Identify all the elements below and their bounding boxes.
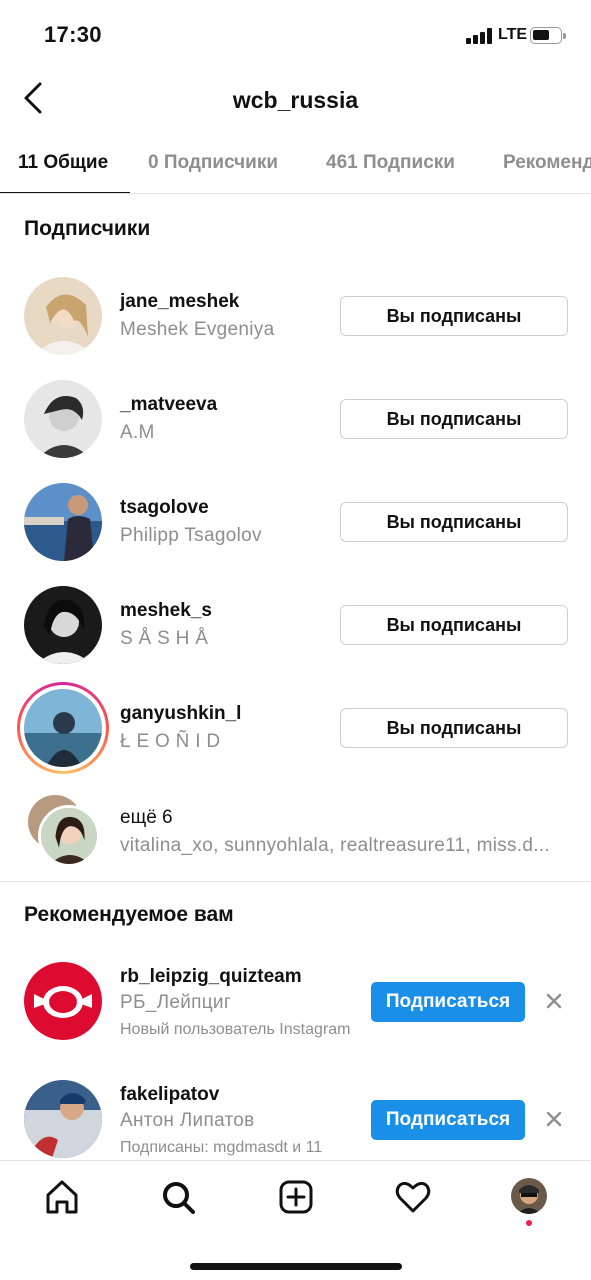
search-icon[interactable] [158, 1177, 198, 1217]
follower-fullname: Meshek Evgeniya [120, 319, 275, 340]
tab-mutual[interactable]: 11 Общие [18, 152, 108, 174]
following-button[interactable]: Вы подписаны [340, 708, 568, 748]
avatar [38, 805, 100, 867]
network-label: LTE [498, 26, 528, 43]
followers-section-title: Подписчики [24, 217, 151, 240]
bottom-nav [0, 1160, 591, 1280]
avatar[interactable] [24, 1080, 102, 1158]
activity-heart-icon[interactable] [393, 1177, 433, 1217]
avatar[interactable] [24, 586, 102, 664]
following-button[interactable]: Вы подписаны [340, 502, 568, 542]
avatar[interactable] [24, 962, 102, 1040]
suggested-section-title: Рекомендуемое вам [24, 903, 234, 926]
follower-fullname: Ł E O Ñ I D [120, 731, 221, 752]
close-icon[interactable] [543, 1108, 565, 1130]
tab-bar: 11 Общие 0 Подписчики 461 Подписки Реком… [0, 136, 591, 194]
follower-fullname: Philipp Tsagolov [120, 525, 262, 546]
active-tab-indicator [0, 192, 130, 193]
follower-fullname: A.M [120, 422, 155, 443]
tab-suggested[interactable]: Рекомендуемое [503, 152, 591, 174]
follower-row[interactable]: _matveeva A.M Вы подписаны [0, 380, 591, 480]
suggested-fullname: РБ_Лейпциг [120, 992, 232, 1013]
following-button[interactable]: Вы подписаны [340, 296, 568, 336]
home-indicator [190, 1263, 402, 1270]
suggested-subtitle: Новый пользователь Instagram [120, 1021, 351, 1038]
follower-row[interactable]: meshek_s S Å S H Å Вы подписаны [0, 586, 591, 686]
suggested-username[interactable]: rb_leipzig_quizteam [120, 966, 302, 988]
avatar[interactable] [24, 483, 102, 561]
follower-row[interactable]: tsagolove Philipp Tsagolov Вы подписаны [0, 483, 591, 583]
avatar[interactable] [24, 689, 102, 767]
more-followers-label[interactable]: ещё 6 [120, 807, 173, 829]
status-bar: 17:30 LTE [0, 0, 591, 70]
following-button[interactable]: Вы подписаны [340, 399, 568, 439]
follower-username[interactable]: _matveeva [120, 394, 217, 416]
follower-username[interactable]: meshek_s [120, 600, 212, 622]
battery-icon [530, 27, 566, 44]
avatar[interactable] [24, 380, 102, 458]
signal-icon [466, 28, 494, 44]
follow-button[interactable]: Подписаться [371, 982, 525, 1022]
notification-dot [526, 1220, 532, 1226]
follower-fullname: S Å S H Å [120, 628, 209, 649]
following-button[interactable]: Вы подписаны [340, 605, 568, 645]
follower-username[interactable]: jane_meshek [120, 291, 239, 313]
follower-username[interactable]: ganyushkin_l [120, 703, 241, 725]
new-post-icon[interactable] [276, 1177, 316, 1217]
close-icon[interactable] [543, 990, 565, 1012]
header: wcb_russia [0, 70, 591, 130]
status-time: 17:30 [44, 22, 102, 47]
tab-following[interactable]: 461 Подписки [326, 152, 455, 174]
follower-row[interactable]: jane_meshek Meshek Evgeniya Вы подписаны [0, 277, 591, 377]
profile-avatar[interactable] [511, 1178, 547, 1214]
suggested-username[interactable]: fakelipatov [120, 1084, 219, 1106]
follow-button[interactable]: Подписаться [371, 1100, 525, 1140]
suggested-row[interactable]: rb_leipzig_quizteam РБ_Лейпциг Новый пол… [0, 962, 591, 1062]
tab-followers[interactable]: 0 Подписчики [148, 152, 278, 174]
more-followers-names: vitalina_xo, sunnyohlala, realtreasure11… [120, 835, 550, 856]
avatar[interactable] [24, 277, 102, 355]
suggested-fullname: Антон Липатов [120, 1110, 255, 1131]
follower-username[interactable]: tsagolove [120, 497, 209, 519]
more-followers-row[interactable]: ещё 6 vitalina_xo, sunnyohlala, realtrea… [0, 793, 591, 893]
follower-row[interactable]: ganyushkin_l Ł E O Ñ I D Вы подписаны [0, 682, 591, 789]
suggested-subtitle: Подписаны: mgdmasdt и 11 [120, 1139, 323, 1156]
home-icon[interactable] [42, 1177, 82, 1217]
section-divider [0, 881, 591, 882]
page-title: wcb_russia [232, 87, 359, 113]
